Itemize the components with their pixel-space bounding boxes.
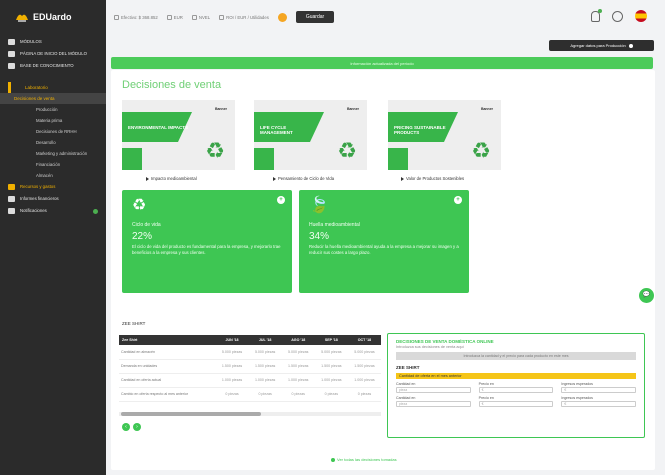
wallet-icon	[114, 14, 119, 20]
sidebar-item-label: Informes financieros	[20, 196, 59, 201]
price-input[interactable]: €	[478, 401, 554, 407]
product-table: Zee Shirt JUN '18 JUL '18 AGO '18 SEP '1…	[119, 335, 381, 402]
add-production-data-button[interactable]: Agregar datos para Producción	[549, 40, 654, 51]
sidebar-item-sales-decisions[interactable]: Decisiones de venta	[0, 93, 106, 104]
save-button[interactable]: Guardar	[295, 11, 335, 23]
main-panel: Decisiones de venta ENVIRONMENTAL IMPACT…	[111, 70, 655, 470]
sidebar-item-label: BASE DE CONOCIMIENTO	[20, 63, 74, 68]
sidebar-section-lab[interactable]: Laboratorio	[8, 82, 106, 93]
logo-mark-icon	[16, 14, 28, 22]
currency-icon	[166, 14, 172, 20]
sidebar-item-label: Notificaciones	[20, 208, 47, 213]
scrollbar-thumb[interactable]	[121, 412, 261, 416]
decision-row: Cantidad en pieza Precio en € Ingresos esp…	[396, 396, 637, 407]
list-icon	[8, 51, 15, 57]
decisions-title: DECISIONES DE VENTA DOMÉSTICA ONLINE	[396, 339, 494, 344]
plus-icon[interactable]: +	[277, 196, 285, 204]
coin-icon	[277, 12, 287, 22]
expected-revenue-field: €	[561, 387, 637, 393]
table-row: Demanda en unidades 1.500 piezas 1.500 pie…	[119, 359, 381, 374]
sidebar-sub-hr[interactable]: Decisiones de RRHH	[0, 126, 106, 137]
plus-icon	[628, 43, 633, 48]
book-icon	[8, 63, 15, 69]
page-title: Decisiones de venta	[122, 79, 222, 91]
roi-indicator: ROI / EUR / Utilidades	[219, 14, 269, 20]
image-card-lifecycle[interactable]: LIFE CYCLE MANAGEMENT Banner ♻	[254, 100, 367, 170]
plus-icon[interactable]: +	[454, 196, 462, 204]
prev-button[interactable]: ‹	[122, 423, 130, 431]
topbar-actions	[591, 8, 647, 22]
decisions-note: Introduzca la cantidad y el precio para …	[396, 352, 636, 360]
chat-button[interactable]: 💬	[639, 288, 654, 303]
sidebar-sub-raw-material[interactable]: Materia prima	[0, 115, 106, 126]
sidebar-sub-warehouse[interactable]: Almacén	[0, 170, 106, 181]
sidebar-item-modules[interactable]: MÓDULOS	[0, 36, 106, 48]
online-sales-decisions: DECISIONES DE VENTA DOMÉSTICA ONLINE Int…	[387, 333, 645, 438]
quantity-input[interactable]: pieza	[396, 387, 471, 393]
logo[interactable]: EDUardo	[0, 0, 106, 34]
chart-icon	[8, 196, 15, 202]
sidebar-item-knowledge-base[interactable]: BASE DE CONOCIMIENTO	[0, 60, 106, 72]
table-label: ZEE SHIRT	[122, 321, 146, 326]
currency-indicator: EUR	[166, 14, 183, 20]
price-input[interactable]: €	[478, 387, 554, 393]
notification-dot	[598, 8, 602, 13]
sidebar: EDUardo MÓDULOS PÁGINA DE INICIO DEL MÓD…	[0, 0, 106, 475]
view-all-decisions-link[interactable]: Ver todas las decisiones tomadas	[331, 457, 397, 462]
image-card-caption[interactable]: Pensamiento de Ciclo de Vida	[273, 176, 334, 181]
leaf-icon: 🍃	[309, 197, 329, 214]
table-header-row: Zee Shirt JUN '18 JUL '18 AGO '18 SEP '1…	[119, 335, 381, 345]
lifecycle-card[interactable]: ♻ + Ciclo de vida 22% El ciclo de vida d…	[122, 190, 292, 293]
environment-footprint-card[interactable]: 🍃 + Huella medioambiental 34% Reducir la…	[299, 190, 469, 293]
circle-icon	[331, 457, 335, 462]
sidebar-sub-financing[interactable]: Financiación	[0, 159, 106, 170]
level-indicator: NVEL	[191, 14, 210, 20]
image-card-pricing[interactable]: PRICING SUSTAINABLE PRODUCTS Banner ♻	[388, 100, 501, 170]
image-card-caption[interactable]: Valor de Productos Sostenibles	[401, 176, 464, 181]
table-row: Cambio en oferta respecto al mes anterio…	[119, 387, 381, 402]
decisions-subtitle: Introduzca sus decisiones de venta aquí	[396, 345, 464, 349]
recycle-icon: ♻	[337, 138, 357, 163]
info-banner[interactable]: Información actualizada del período	[111, 57, 653, 69]
sidebar-item-label: PÁGINA DE INICIO DEL MÓDULO	[20, 51, 87, 56]
decision-row: Cantidad en pieza Precio en € Ingresos esp…	[396, 382, 637, 393]
recycle-icon: ♻	[471, 138, 491, 163]
cash-indicator: Efectivo: $ 368.852	[114, 14, 158, 20]
previous-offer-note: Cantidad de oferta en el mes anterior	[396, 373, 636, 379]
sidebar-item-resources[interactable]: Recursos y gastos	[0, 181, 106, 193]
table-row: Cantidad en almacén 5.000 piezas 5.000 pie…	[119, 345, 381, 360]
image-card-environment[interactable]: ENVIRONMENTAL IMPACTS Banner ♻	[122, 100, 235, 170]
home-icon	[8, 39, 15, 45]
table-row: Cantidad en oferta actual 1.000 piezas 1.0…	[119, 373, 381, 388]
topbar: Efectivo: $ 368.852 EUR NVEL ROI / EUR /…	[106, 0, 665, 34]
trend-icon	[219, 14, 225, 20]
coins-icon	[8, 184, 15, 190]
language-flag-icon[interactable]	[635, 10, 647, 22]
sidebar-item-label: Recursos y gastos	[20, 184, 56, 189]
next-button[interactable]: ›	[133, 423, 141, 431]
user-profile-icon[interactable]	[612, 10, 623, 22]
sidebar-item-reports[interactable]: Informes financieros	[0, 193, 106, 205]
quantity-input[interactable]: pieza	[396, 401, 471, 407]
sidebar-sub-marketing[interactable]: Marketing y administración	[0, 148, 106, 159]
sidebar-sub-production[interactable]: Producción	[0, 104, 106, 115]
status-dot	[93, 209, 98, 214]
sidebar-item-label: MÓDULOS	[20, 39, 42, 44]
recycle-icon: ♻	[205, 138, 225, 163]
sidebar-item-module-home[interactable]: PÁGINA DE INICIO DEL MÓDULO	[0, 48, 106, 60]
logo-text: EDUardo	[33, 12, 72, 22]
notification-bell-icon[interactable]	[591, 8, 602, 22]
recycle-icon: ♻	[132, 197, 147, 214]
sidebar-item-notifications[interactable]: Notificaciones	[0, 205, 106, 217]
sidebar-sub-development[interactable]: Desarrollo	[0, 137, 106, 148]
table-scrollbar[interactable]	[119, 412, 381, 416]
level-icon	[191, 14, 197, 20]
image-card-caption[interactable]: Impacto medioambiental	[146, 176, 197, 181]
expected-revenue-field: €	[561, 401, 637, 407]
product-label: ZEE SHIRT	[396, 365, 420, 370]
bell-icon	[8, 208, 15, 214]
